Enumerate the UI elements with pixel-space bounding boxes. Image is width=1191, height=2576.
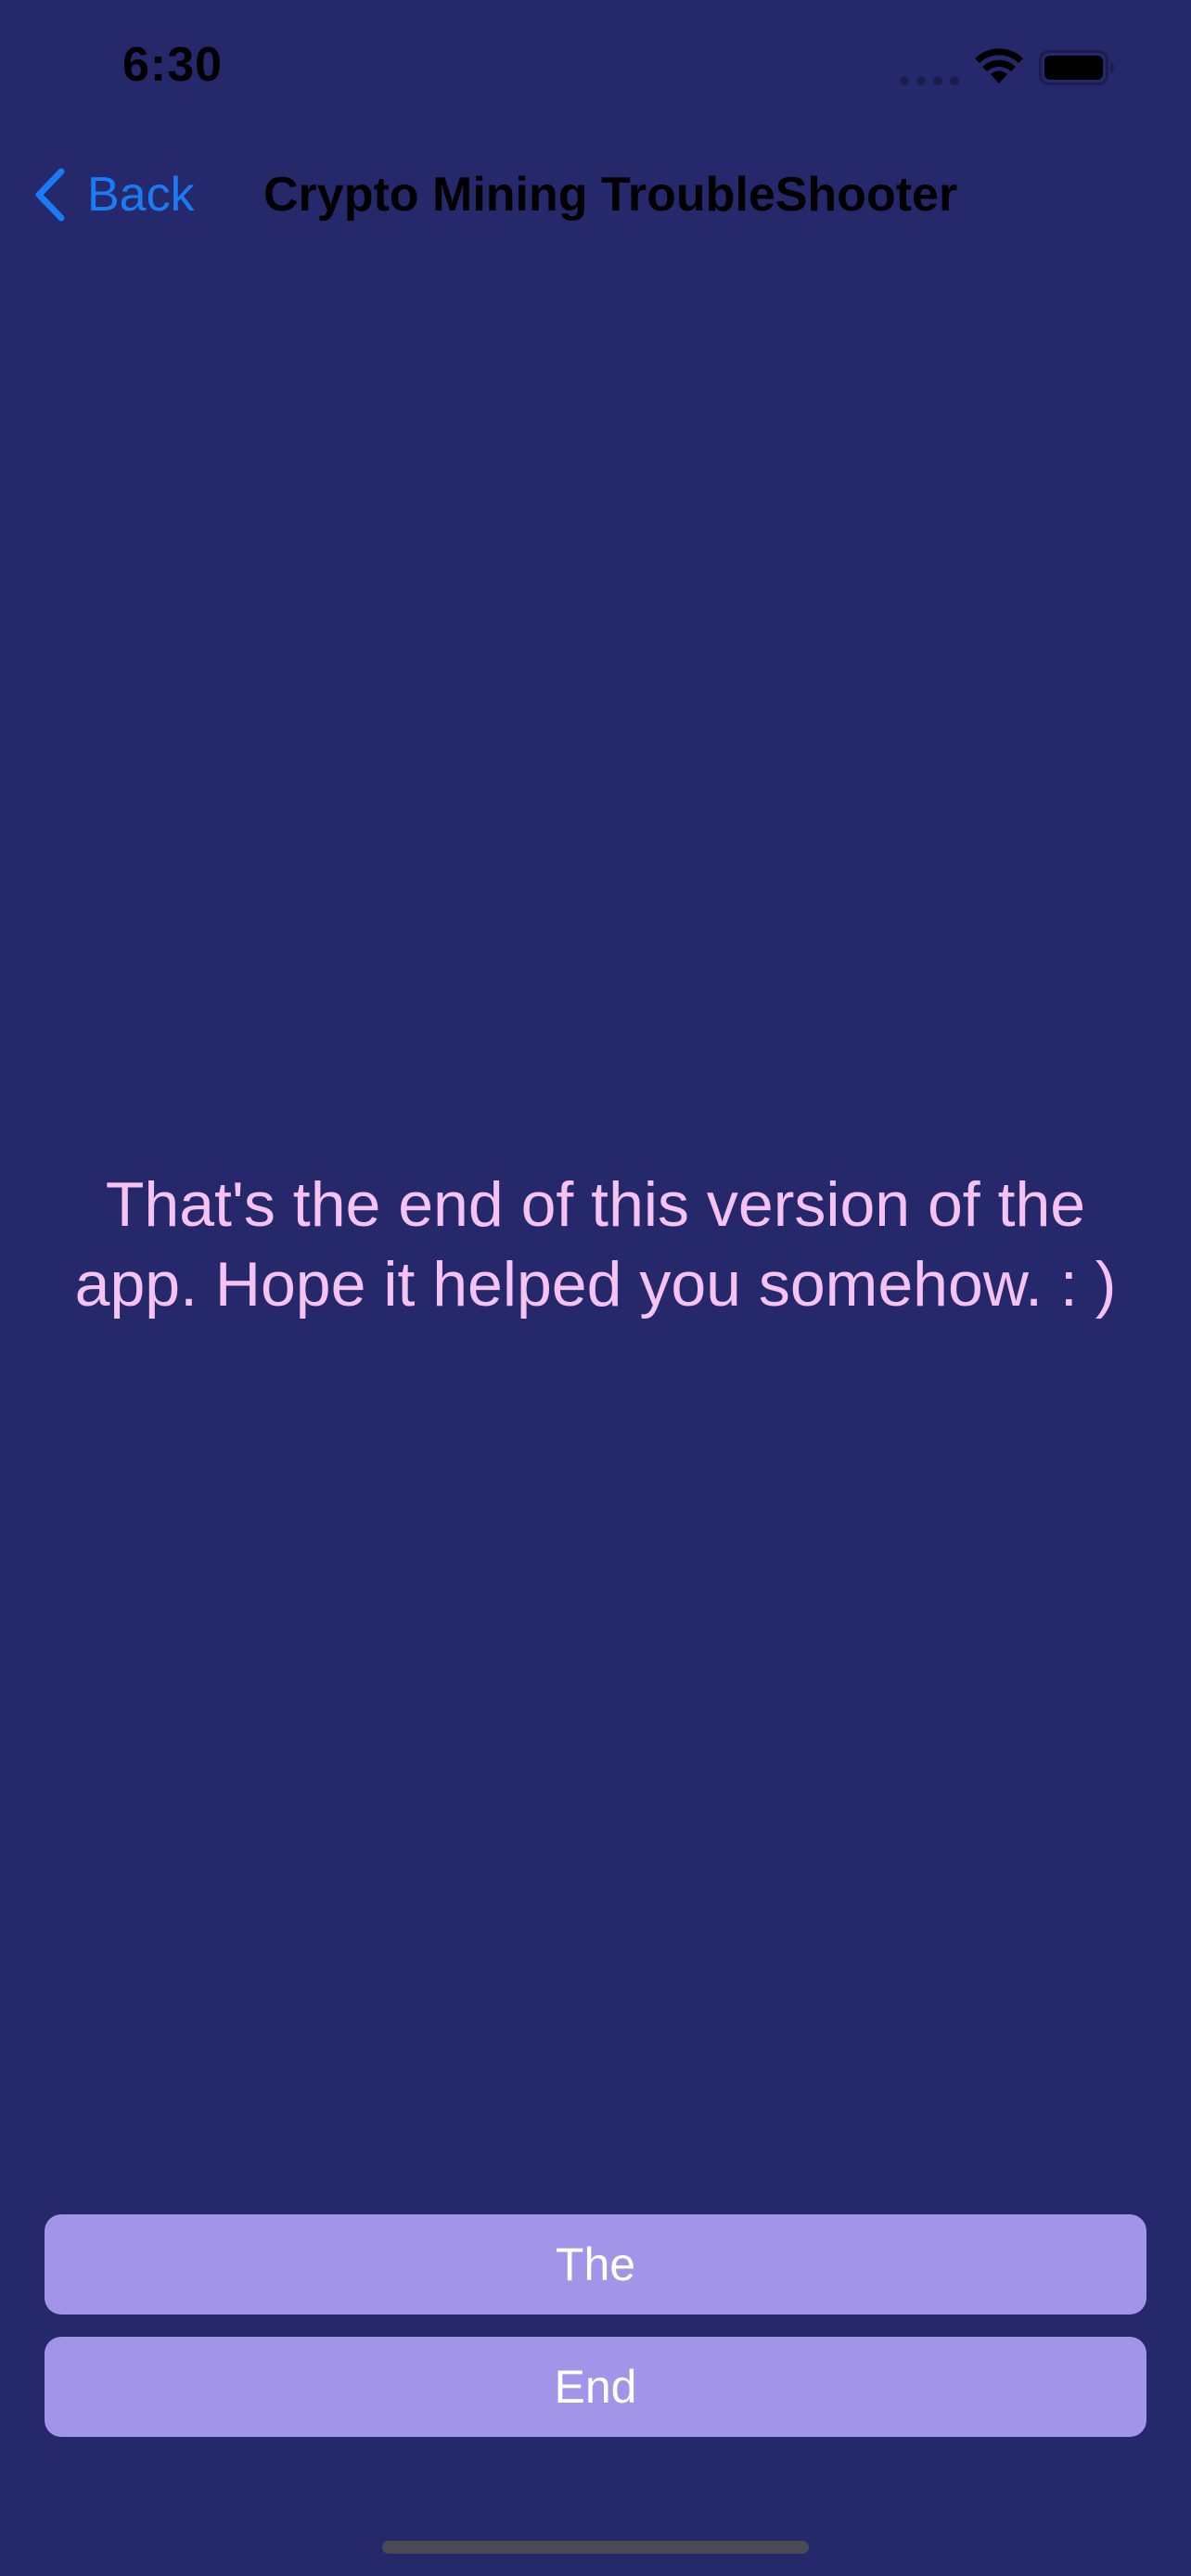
cellular-signal-icon: [900, 76, 959, 85]
navigation-bar: Back Crypto Mining TroubleShooter: [0, 148, 1191, 237]
end-message: That's the end of this version of the ap…: [74, 1169, 1117, 1320]
screen: 6:30 Back Crypto Mining TroubleShooter T…: [0, 0, 1191, 2576]
status-time: 6:30: [122, 38, 224, 92]
back-label: Back: [87, 168, 195, 222]
status-bar: 6:30: [0, 0, 1191, 130]
chevron-left-icon: [35, 168, 65, 222]
end-button[interactable]: End: [45, 2337, 1146, 2437]
wifi-icon: [975, 48, 1023, 83]
the-button[interactable]: The: [45, 2214, 1146, 2315]
page-title: Crypto Mining TroubleShooter: [263, 168, 958, 222]
back-button[interactable]: Back: [33, 167, 195, 223]
battery-full-icon: [1039, 50, 1114, 85]
home-indicator[interactable]: [382, 2541, 809, 2554]
